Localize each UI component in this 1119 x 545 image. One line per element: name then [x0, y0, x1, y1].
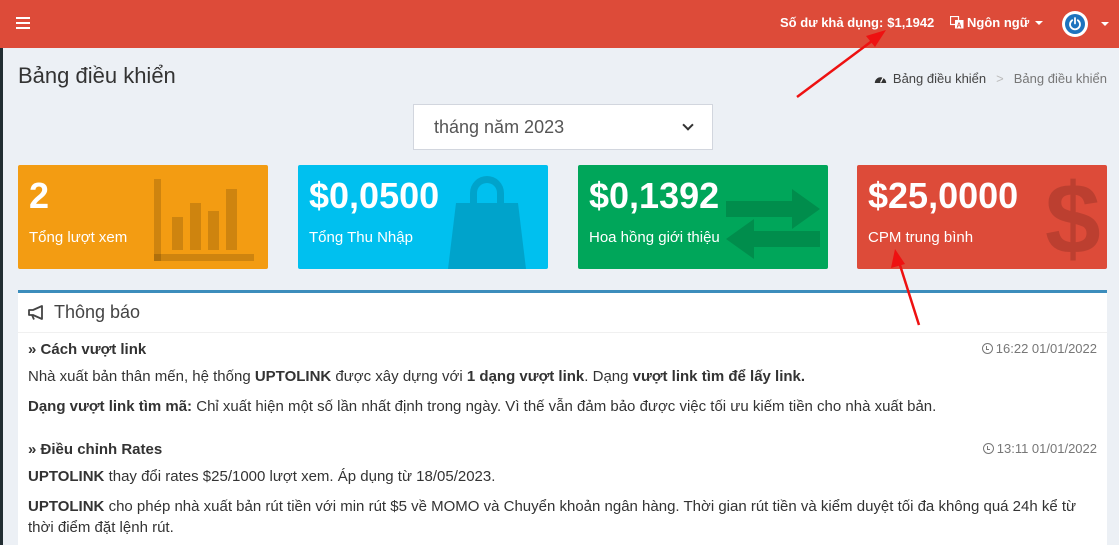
balance-display: Số dư khả dụng: $1,1942: [780, 15, 934, 30]
announcement-title: » Điều chỉnh Rates: [28, 441, 163, 458]
stat-value: $0,0500: [309, 175, 440, 216]
announcement-paragraph: Dạng vượt link tìm mã: Chỉ xuất hiện một…: [28, 398, 937, 415]
stat-box-referral: $0,1392 Hoa hồng giới thiệu: [578, 165, 828, 269]
balance-amount: $1,1942: [887, 15, 935, 30]
double-angle-right-icon: »: [28, 341, 37, 358]
stat-box-views: 2 Tổng lượt xem: [18, 165, 268, 269]
panel-header: Thông báo: [18, 293, 1107, 333]
menu-toggle-icon[interactable]: [16, 17, 30, 29]
language-icon: A: [950, 16, 964, 29]
user-menu-button[interactable]: [1062, 11, 1088, 37]
language-label: Ngôn ngữ: [967, 15, 1030, 30]
stat-label: Tổng lượt xem: [29, 229, 128, 246]
top-navbar: Số dư khả dụng: $1,1942 A Ngôn ngữ: [0, 0, 1119, 48]
bullhorn-icon: [28, 305, 43, 320]
announcement-item: » Điều chỉnh Rates 13:11 01/01/2022 UPTO…: [28, 441, 1097, 538]
stat-label: CPM trung bình: [868, 229, 974, 246]
dollar-icon: $: [1045, 165, 1101, 269]
svg-text:A: A: [957, 23, 962, 30]
stat-box-cpm: $ $25,0000 CPM trung bình: [857, 165, 1107, 269]
sidebar-edge: [0, 48, 3, 545]
power-icon: [1069, 17, 1081, 31]
period-select-value: tháng năm 2023: [434, 116, 565, 137]
balance-label: Số dư khả dụng:: [780, 15, 884, 30]
announcement-time: 16:22 01/01/2022: [981, 341, 1097, 356]
double-angle-right-icon: »: [28, 441, 37, 458]
announcement-item: » Cách vượt link 16:22 01/01/2022 Nhà xu…: [28, 341, 1097, 417]
bar-chart-icon: [154, 179, 254, 261]
announcements-panel: Thông báo » Cách vượt link 16:22 01/01/2…: [18, 290, 1107, 545]
stat-value: 2: [29, 175, 50, 216]
language-dropdown[interactable]: A Ngôn ngữ: [950, 15, 1044, 30]
clock-icon: [981, 343, 993, 354]
clock-icon: [982, 443, 994, 454]
stat-value: $0,1392: [589, 175, 720, 216]
dashboard-icon: [874, 77, 887, 83]
announcement-title: » Cách vượt link: [28, 341, 147, 358]
chevron-down-icon: [682, 119, 694, 131]
stat-label: Tổng Thu Nhập: [309, 229, 413, 246]
user-menu-chevron-icon[interactable]: [1101, 22, 1109, 26]
breadcrumb: Bảng điều khiển > Bảng điều khiển: [874, 71, 1107, 86]
stat-box-earnings: $0,0500 Tổng Thu Nhập: [298, 165, 548, 269]
announcement-paragraph: UPTOLINK thay đổi rates $25/1000 lượt xe…: [28, 468, 496, 485]
shopping-bag-icon: [448, 176, 526, 269]
stat-value: $25,0000: [868, 175, 1019, 216]
announcement-paragraph: Nhà xuất bản thân mến, hệ thống UPTOLINK…: [28, 368, 806, 385]
breadcrumb-home-link[interactable]: Bảng điều khiển: [893, 71, 986, 86]
exchange-icon: [726, 189, 820, 259]
breadcrumb-separator: >: [996, 71, 1004, 86]
breadcrumb-current: Bảng điều khiển: [1013, 71, 1107, 86]
period-select[interactable]: tháng năm 2023: [413, 104, 713, 150]
panel-title: Thông báo: [54, 302, 141, 322]
announcement-time: 13:11 01/01/2022: [982, 441, 1097, 456]
stat-label: Hoa hồng giới thiệu: [589, 229, 720, 246]
announcement-paragraph: UPTOLINK cho phép nhà xuất bản rút tiền …: [28, 498, 1077, 536]
page-title: Bảng điều khiển: [18, 63, 176, 88]
chevron-down-icon: [1035, 20, 1044, 25]
